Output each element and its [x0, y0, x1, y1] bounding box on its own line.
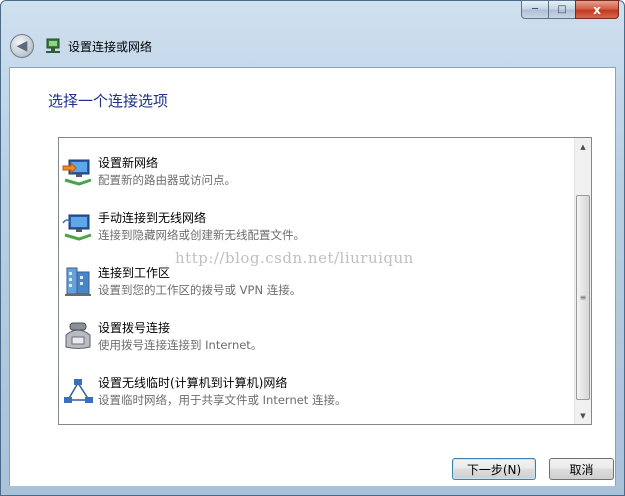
connection-options-list[interactable]: 设置新网络 配置新的路由器或访问点。 手动连接到无线网络 连接到隐藏网络或创建新… [58, 137, 592, 425]
page-heading: 选择一个连接选项 [48, 92, 169, 110]
option-description: 设置临时网络，用于共享文件或 Internet 连接。 [98, 393, 347, 407]
wizard-nav-bar: ◀ 设置连接或网络 [10, 32, 610, 60]
dialup-phone-icon [65, 322, 91, 349]
option-adhoc[interactable]: 设置无线临时(计算机到计算机)网络 设置临时网络，用于共享文件或 Interne… [59, 368, 574, 416]
wireless-connect-icon [62, 214, 92, 241]
option-description: 连接到隐藏网络或创建新无线配置文件。 [98, 228, 305, 242]
option-manual-wireless[interactable]: 手动连接到无线网络 连接到隐藏网络或创建新无线配置文件。 [59, 203, 574, 251]
maximize-button[interactable]: □ [548, 0, 575, 19]
option-title: 设置无线临时(计算机到计算机)网络 [98, 376, 288, 390]
option-description: 使用拨号连接连接到 Internet。 [98, 338, 263, 352]
adhoc-network-icon [64, 379, 93, 403]
scroll-down-arrow-icon[interactable]: ▼ [575, 407, 591, 424]
back-arrow-icon: ◀ [16, 38, 28, 54]
workplace-icon [65, 267, 91, 296]
option-description: 设置到您的工作区的拨号或 VPN 连接。 [98, 283, 302, 297]
scroll-thumb[interactable]: ≡ [576, 195, 590, 400]
wizard-content: 选择一个连接选项 设置新网络 配置新的路由器或访问点。 手动连接到无线网络 连接… [9, 67, 616, 486]
minimize-button[interactable]: ─ [521, 0, 548, 19]
back-button[interactable]: ◀ [10, 34, 34, 58]
caption-buttons: ─ □ x [521, 0, 619, 20]
scroll-grip-icon: ≡ [579, 293, 587, 302]
close-button[interactable]: x [575, 0, 619, 19]
option-title: 手动连接到无线网络 [98, 211, 207, 225]
cancel-button[interactable]: 取消 [549, 458, 614, 480]
scroll-up-arrow-icon[interactable]: ▲ [575, 138, 591, 155]
watermark-text: http://blog.csdn.net/liuruiqun [175, 249, 414, 267]
option-title: 设置新网络 [98, 156, 159, 170]
option-title: 连接到工作区 [98, 266, 171, 280]
option-title: 设置拨号连接 [98, 321, 171, 335]
window-title: 设置连接或网络 [68, 39, 153, 54]
option-new-network[interactable]: 设置新网络 配置新的路由器或访问点。 [59, 148, 574, 196]
option-dialup[interactable]: 设置拨号连接 使用拨号连接连接到 Internet。 [59, 313, 574, 361]
network-wizard-icon [46, 38, 60, 53]
next-button[interactable]: 下一步(N) [452, 458, 536, 480]
new-network-icon [62, 159, 92, 186]
list-scrollbar[interactable]: ▲ ≡ ▼ [574, 138, 591, 424]
option-description: 配置新的路由器或访问点。 [98, 173, 236, 187]
